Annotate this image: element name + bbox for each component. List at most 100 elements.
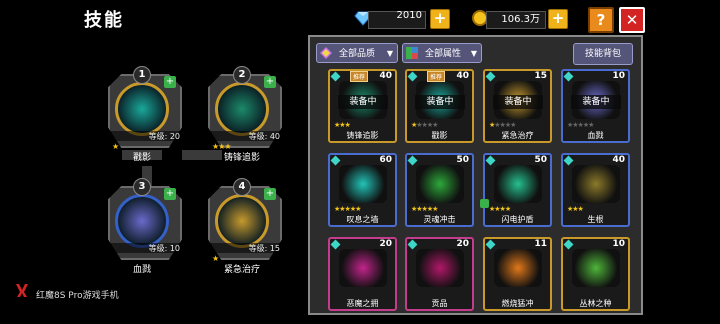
card-count: 50 — [456, 155, 469, 165]
skill-card[interactable]: 50 ★★★★★ 灵魂冲击 — [405, 153, 474, 227]
card-count: 11 — [534, 239, 547, 249]
card-stars: ★★★ — [334, 121, 351, 129]
skill-card[interactable]: 60 ★★★★★ 叹息之墙 — [328, 153, 397, 227]
skill-card[interactable]: 10 装备中 ★★★★★ 血戮 — [561, 69, 630, 143]
skill-art-icon — [572, 249, 620, 287]
card-skill-name: 紧急治疗 — [501, 131, 534, 140]
attribute-filter-icon — [406, 47, 418, 59]
add-coins-button[interactable]: + — [548, 9, 568, 29]
element-gem-icon — [407, 155, 418, 166]
card-skill-name: 叹息之墙 — [346, 215, 379, 224]
card-skill-name: 生根 — [587, 215, 604, 224]
equipped-skill-slot-3[interactable]: 3 + 等级: 10 血戮 — [100, 176, 184, 275]
skill-card[interactable]: 40 推荐 装备中 ★★★ 铸锋追影 — [328, 69, 397, 143]
card-count: 20 — [379, 239, 392, 249]
skill-card[interactable]: 20 贡品 — [405, 237, 474, 311]
skill-art-icon — [339, 249, 387, 287]
element-gem-icon — [485, 71, 496, 82]
card-skill-name: 丛林之种 — [579, 299, 612, 308]
card-skill-name: 戳影 — [431, 131, 448, 140]
card-skill-name: 铸锋追影 — [346, 131, 379, 140]
chevron-down-icon: ▼ — [470, 49, 477, 58]
slot-number: 4 — [233, 178, 251, 196]
skill-art-icon — [339, 165, 387, 203]
card-count: 60 — [379, 155, 392, 165]
slot-skill-name: 紧急治疗 — [223, 265, 260, 275]
skill-card[interactable]: 15 装备中 ★★★★★ 紧急治疗 — [483, 69, 552, 143]
filled-stars: ★★★★★ — [411, 205, 438, 213]
card-stars: ★★★★★ — [567, 121, 594, 129]
element-gem-icon — [563, 239, 574, 250]
card-skill-name: 恶魔之拥 — [346, 299, 379, 308]
element-gem-icon — [485, 239, 496, 250]
upgrade-icon — [480, 199, 489, 208]
card-count: 40 — [456, 71, 469, 81]
equipped-skill-slot-1[interactable]: 1 + 等级: 20 ★ 戳影 — [100, 64, 184, 163]
element-gem-icon — [407, 239, 418, 250]
equipped-label: 装备中 — [338, 95, 388, 109]
skill-card[interactable]: 10 丛林之种 — [561, 237, 630, 311]
quality-filter-dropdown[interactable]: 全部品质 ▼ — [316, 43, 398, 63]
card-count: 20 — [456, 239, 469, 249]
gem-counter: 2010 + — [354, 9, 450, 29]
card-skill-name: 燃烧猛冲 — [501, 299, 534, 308]
slot-skill-name: 戳影 — [132, 153, 151, 163]
filled-stars: ★★★★ — [489, 205, 511, 213]
slot-skill-name: 铸锋追影 — [223, 153, 260, 163]
upgrade-icon[interactable]: + — [164, 76, 176, 88]
element-gem-icon — [330, 239, 341, 250]
skill-card[interactable]: 20 恶魔之拥 — [328, 237, 397, 311]
card-count: 40 — [379, 71, 392, 81]
skill-bag-button[interactable]: 技能背包 — [573, 43, 633, 65]
skill-art-icon — [494, 165, 542, 203]
skill-icon — [215, 194, 269, 248]
skill-card[interactable]: 40 推荐 装备中 ★★★★★ 戳影 — [405, 69, 474, 143]
empty-stars: ★★★★ — [416, 121, 438, 129]
card-stars: ★★★ — [567, 205, 584, 213]
filled-stars: ★★★★★ — [334, 205, 361, 213]
upgrade-icon[interactable]: + — [164, 188, 176, 200]
card-skill-name: 灵魂冲击 — [423, 215, 456, 224]
card-count: 10 — [612, 239, 625, 249]
equipped-skill-slot-4[interactable]: 4 + 等级: 15 ★ 紧急治疗 — [200, 176, 284, 275]
brand-logo-icon — [16, 284, 28, 297]
slot-number: 2 — [233, 66, 251, 84]
slot-number: 1 — [133, 66, 151, 84]
element-gem-icon — [330, 71, 341, 82]
equipped-label: 装备中 — [493, 95, 543, 109]
add-gems-button[interactable]: + — [430, 9, 450, 29]
card-count: 40 — [612, 155, 625, 165]
coin-counter: 106.3万 + — [472, 9, 568, 29]
skill-card[interactable]: 40 ★★★ 生根 — [561, 153, 630, 227]
equipped-skill-slot-2[interactable]: 2 + 等级: 40 ★★★ 铸锋追影 — [200, 64, 284, 163]
upgrade-icon[interactable]: + — [264, 76, 276, 88]
slot-number: 3 — [133, 178, 151, 196]
help-button[interactable]: ? — [588, 7, 614, 33]
coin-value: 106.3万 — [501, 14, 540, 25]
card-skill-name: 血戮 — [587, 131, 604, 140]
card-stars: ★★★★★ — [334, 205, 361, 213]
filled-stars: ★★★ — [567, 205, 584, 213]
card-count: 50 — [534, 155, 547, 165]
skill-art-icon — [416, 249, 464, 287]
element-gem-icon — [407, 71, 418, 82]
attribute-filter-label: 全部属性 — [425, 49, 462, 59]
quality-filter-label: 全部品质 — [339, 49, 376, 59]
close-button[interactable]: ✕ — [619, 7, 645, 33]
slot-level: 等级: 15 — [210, 243, 280, 253]
equipped-label: 装备中 — [571, 95, 621, 109]
chevron-down-icon: ▼ — [386, 49, 393, 58]
card-count: 15 — [534, 71, 547, 81]
skill-art-icon — [494, 249, 542, 287]
upgrade-icon[interactable]: + — [264, 188, 276, 200]
skill-card[interactable]: 50 ★★★★ 闪电护盾 — [480, 153, 552, 227]
attribute-filter-dropdown[interactable]: 全部属性 ▼ — [402, 43, 482, 63]
card-stars: ★★★★★ — [411, 121, 438, 129]
card-stars: ★★★★ — [489, 205, 511, 213]
quality-filter-icon — [320, 47, 332, 59]
element-gem-icon — [485, 155, 496, 166]
skill-card[interactable]: 11 燃烧猛冲 — [483, 237, 552, 311]
skill-icon — [115, 194, 169, 248]
slot-level: 等级: 10 — [110, 243, 180, 253]
card-skill-name: 贡品 — [431, 299, 448, 308]
